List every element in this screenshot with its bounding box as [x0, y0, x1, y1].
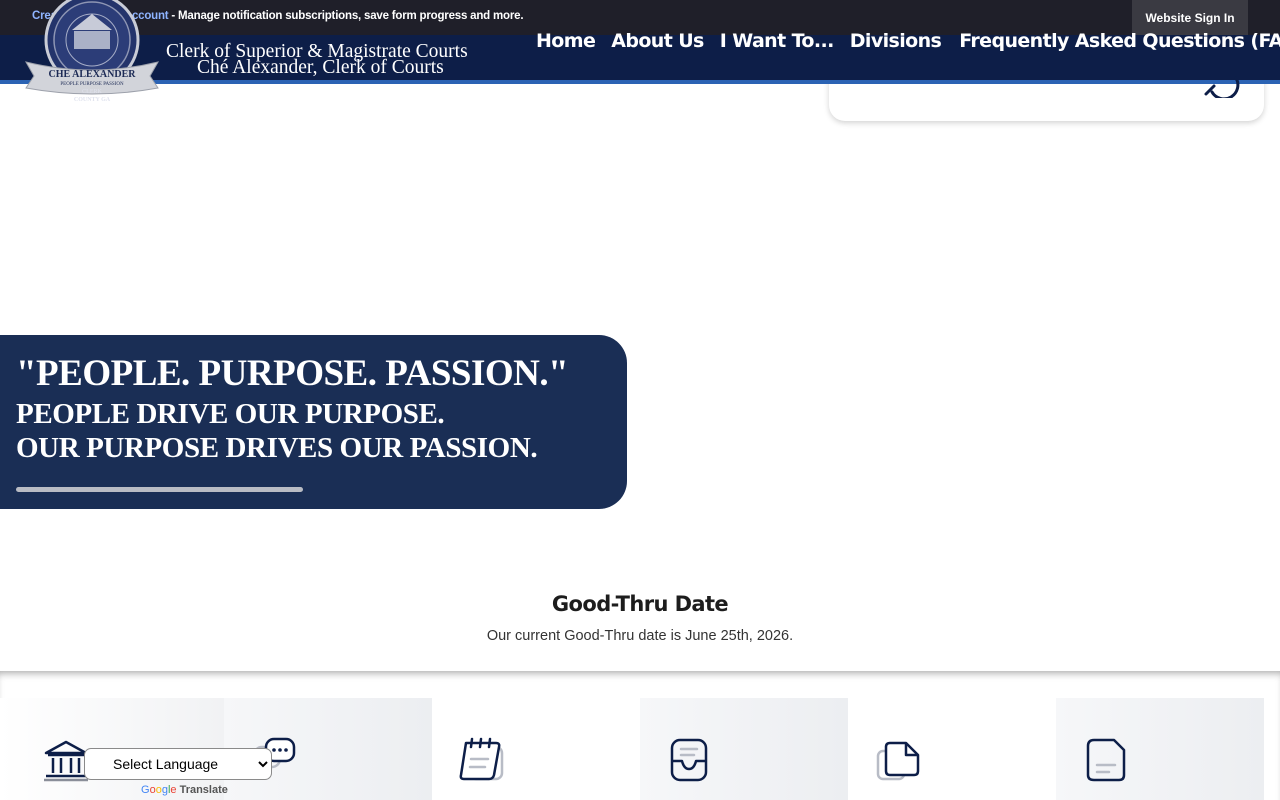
hero-slide-progress — [16, 487, 303, 492]
good-thru-text: Our current Good-Thru date is June 25th,… — [486, 628, 794, 644]
main-nav: Home About Us I Want To... Divisions Fre… — [536, 28, 1280, 54]
seal-ribbon-motto: PEOPLE PURPOSE PASSION — [60, 82, 124, 87]
hero-tagline-2: OUR PURPOSE DRIVES OUR PASSION. — [16, 432, 538, 464]
seal-inner-text: CLERK — [82, 89, 102, 95]
nav-home[interactable]: Home — [536, 28, 596, 54]
courthouse-icon — [44, 740, 88, 782]
nav-faqs[interactable]: Frequently Asked Questions (FAQS) — [959, 28, 1280, 54]
inbox-icon — [670, 738, 708, 782]
nav-about-us[interactable]: About Us — [611, 28, 704, 54]
hero-headline: "PEOPLE. PURPOSE. PASSION." — [16, 353, 569, 394]
translate-label: Translate — [179, 784, 228, 796]
court-seal-logo[interactable]: CHE ALEXANDER PEOPLE PURPOSE PASSION CLE… — [24, 0, 160, 108]
file-icon — [1086, 738, 1126, 782]
search-icon[interactable] — [1200, 74, 1240, 98]
documents-icon — [876, 741, 920, 781]
language-select[interactable]: Select Language — [84, 748, 272, 780]
notepad-icon — [459, 737, 504, 781]
notification-text: - Manage notification subscriptions, sav… — [168, 10, 524, 22]
google-translate-brand: Google Translate — [141, 784, 228, 796]
nav-divisions[interactable]: Divisions — [850, 28, 942, 54]
seal-bottom-text: COUNTY GA — [74, 97, 111, 103]
good-thru-heading: Good-Thru Date — [551, 592, 729, 616]
google-logo-text: Google — [141, 784, 177, 796]
seal-ribbon-name: CHE ALEXANDER — [49, 69, 137, 80]
site-subtitle: Ché Alexander, Clerk of Courts — [197, 57, 444, 78]
page: Create a Website Account - Manage notifi… — [0, 0, 1280, 800]
nav-i-want-to[interactable]: I Want To... — [720, 28, 835, 54]
hero-tagline-1: PEOPLE DRIVE OUR PURPOSE. — [16, 398, 445, 430]
